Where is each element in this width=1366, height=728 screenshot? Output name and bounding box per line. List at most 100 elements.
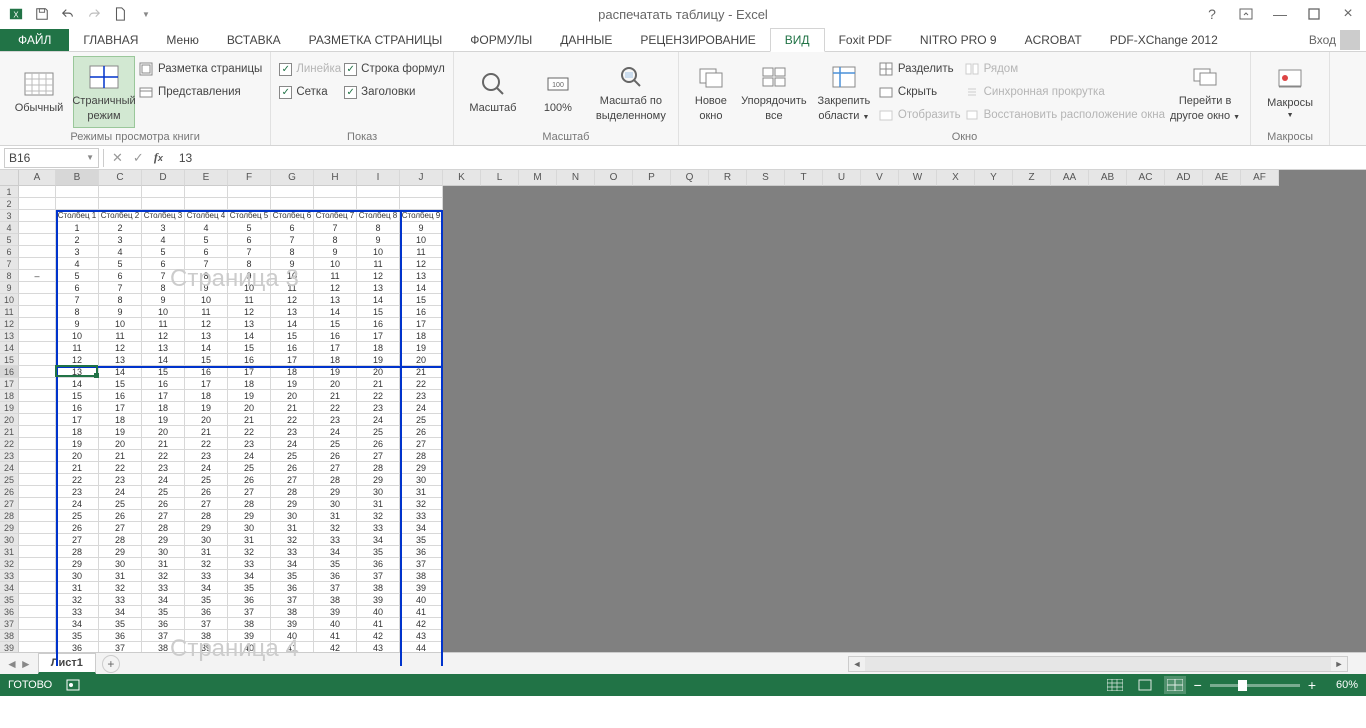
new-doc-button[interactable] bbox=[108, 2, 132, 26]
cell[interactable]: 9 bbox=[400, 222, 443, 234]
cell[interactable]: 36 bbox=[142, 618, 185, 630]
cell[interactable]: 8 bbox=[228, 258, 271, 270]
cell[interactable]: 33 bbox=[99, 594, 142, 606]
cell[interactable]: 22 bbox=[400, 378, 443, 390]
cell[interactable] bbox=[19, 198, 56, 210]
cell[interactable]: 23 bbox=[271, 426, 314, 438]
cell[interactable]: 39 bbox=[314, 606, 357, 618]
cell[interactable]: 43 bbox=[400, 630, 443, 642]
row-header[interactable]: 31 bbox=[0, 546, 19, 558]
row-header[interactable]: 7 bbox=[0, 258, 19, 270]
cell[interactable]: 29 bbox=[400, 462, 443, 474]
cell[interactable]: 12 bbox=[228, 306, 271, 318]
cell[interactable] bbox=[142, 198, 185, 210]
record-macro-icon[interactable] bbox=[66, 678, 80, 692]
cell[interactable]: 29 bbox=[271, 498, 314, 510]
cell[interactable]: 16 bbox=[400, 306, 443, 318]
cell[interactable]: 8 bbox=[99, 294, 142, 306]
cell[interactable]: 25 bbox=[271, 450, 314, 462]
cell[interactable]: 13 bbox=[271, 306, 314, 318]
cell[interactable] bbox=[19, 234, 56, 246]
cell[interactable]: 7 bbox=[56, 294, 99, 306]
cell[interactable] bbox=[19, 462, 56, 474]
cell[interactable]: 14 bbox=[56, 378, 99, 390]
cell[interactable]: 29 bbox=[185, 522, 228, 534]
pagebreak-view-icon[interactable] bbox=[1164, 676, 1186, 694]
cell[interactable]: 23 bbox=[142, 462, 185, 474]
cell[interactable]: 24 bbox=[400, 402, 443, 414]
row-header[interactable]: 5 bbox=[0, 234, 19, 246]
cell[interactable]: 16 bbox=[271, 342, 314, 354]
cell[interactable]: 31 bbox=[185, 546, 228, 558]
cell[interactable]: 17 bbox=[314, 342, 357, 354]
cell[interactable]: 35 bbox=[357, 546, 400, 558]
row-header[interactable]: 27 bbox=[0, 498, 19, 510]
col-header[interactable]: E bbox=[185, 170, 228, 186]
avatar-icon[interactable] bbox=[1340, 30, 1360, 50]
cell[interactable] bbox=[400, 186, 443, 198]
cell[interactable]: 25 bbox=[400, 414, 443, 426]
switch-window-button[interactable]: Перейти вдругое окно ▼ bbox=[1168, 56, 1242, 128]
cell[interactable]: 21 bbox=[185, 426, 228, 438]
cell[interactable]: 16 bbox=[228, 354, 271, 366]
cell[interactable]: 13 bbox=[228, 318, 271, 330]
col-header[interactable]: S bbox=[747, 170, 785, 186]
cell[interactable]: 14 bbox=[185, 342, 228, 354]
cell[interactable]: 7 bbox=[142, 270, 185, 282]
cell[interactable]: 16 bbox=[357, 318, 400, 330]
cell[interactable]: 37 bbox=[142, 630, 185, 642]
cell[interactable]: 38 bbox=[357, 582, 400, 594]
cell[interactable] bbox=[142, 186, 185, 198]
cell[interactable]: 8 bbox=[142, 282, 185, 294]
cell[interactable] bbox=[99, 198, 142, 210]
col-header[interactable]: J bbox=[400, 170, 443, 186]
row-header[interactable]: 16 bbox=[0, 366, 19, 378]
cell[interactable]: 3 bbox=[142, 222, 185, 234]
cell[interactable]: 35 bbox=[228, 582, 271, 594]
cell[interactable]: 19 bbox=[185, 402, 228, 414]
cell[interactable]: 36 bbox=[271, 582, 314, 594]
col-header[interactable]: Q bbox=[671, 170, 709, 186]
cell[interactable]: 25 bbox=[314, 438, 357, 450]
cell[interactable]: 39 bbox=[400, 582, 443, 594]
cell[interactable]: 35 bbox=[99, 618, 142, 630]
cell[interactable]: 5 bbox=[56, 270, 99, 282]
col-header[interactable]: P bbox=[633, 170, 671, 186]
cell[interactable] bbox=[19, 582, 56, 594]
cell[interactable]: 32 bbox=[314, 522, 357, 534]
cell[interactable]: 17 bbox=[271, 354, 314, 366]
cell[interactable]: 38 bbox=[400, 570, 443, 582]
cell[interactable]: 37 bbox=[357, 570, 400, 582]
col-header[interactable]: W bbox=[899, 170, 937, 186]
cell[interactable]: 37 bbox=[400, 558, 443, 570]
cell[interactable]: 11 bbox=[99, 330, 142, 342]
col-header[interactable]: AA bbox=[1051, 170, 1089, 186]
cell[interactable]: 37 bbox=[271, 594, 314, 606]
cell[interactable]: 9 bbox=[357, 234, 400, 246]
cell[interactable]: 40 bbox=[314, 618, 357, 630]
cell[interactable]: 33 bbox=[314, 534, 357, 546]
formula-input[interactable]: 13 bbox=[171, 151, 1366, 165]
cell[interactable]: 37 bbox=[185, 618, 228, 630]
cell[interactable]: 21 bbox=[271, 402, 314, 414]
help-button[interactable]: ? bbox=[1198, 3, 1226, 25]
cell[interactable]: 9 bbox=[99, 306, 142, 318]
page-break-line[interactable] bbox=[56, 210, 58, 666]
col-header[interactable]: X bbox=[937, 170, 975, 186]
col-header[interactable]: D bbox=[142, 170, 185, 186]
cell[interactable]: 12 bbox=[99, 342, 142, 354]
name-box[interactable]: B16▼ bbox=[4, 148, 99, 168]
row-header[interactable]: 9 bbox=[0, 282, 19, 294]
cell[interactable]: 14 bbox=[228, 330, 271, 342]
zoom-selection-button[interactable]: Масштаб повыделенному bbox=[592, 56, 670, 128]
cell[interactable]: 25 bbox=[142, 486, 185, 498]
cell[interactable]: 4 bbox=[185, 222, 228, 234]
cell[interactable]: 32 bbox=[357, 510, 400, 522]
cell[interactable]: 2 bbox=[99, 222, 142, 234]
cell[interactable]: 24 bbox=[314, 426, 357, 438]
close-button[interactable]: × bbox=[1334, 3, 1362, 25]
tab-view[interactable]: ВИД bbox=[770, 28, 825, 52]
cell[interactable]: 20 bbox=[400, 354, 443, 366]
cell[interactable]: 20 bbox=[271, 390, 314, 402]
cell[interactable]: 27 bbox=[56, 534, 99, 546]
